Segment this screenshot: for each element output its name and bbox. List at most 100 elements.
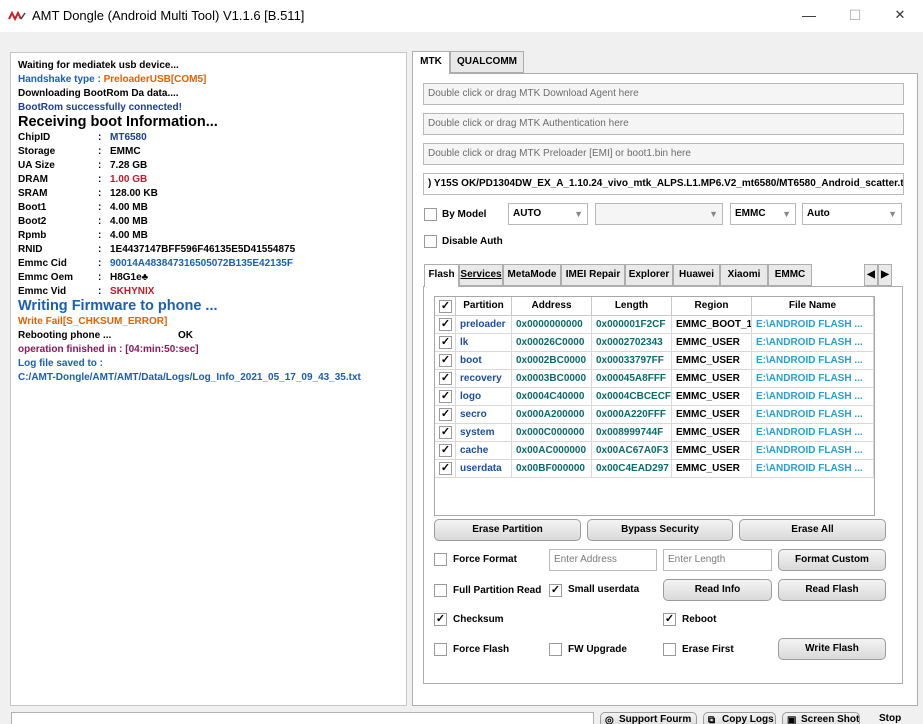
address-cell: 0x0003BC0000 bbox=[512, 370, 592, 388]
table-row[interactable]: ✓ boot 0x0002BC0000 0x00033797FF EMMC_USER E:… bbox=[435, 352, 874, 370]
col-region[interactable]: Region bbox=[672, 297, 752, 316]
reboot-checkbox[interactable]: ✓ bbox=[663, 613, 676, 626]
select-all-checkbox[interactable]: ✓ bbox=[439, 300, 452, 313]
tab-imei-repair[interactable]: IMEI Repair bbox=[561, 264, 625, 286]
length-cell: 0x0004CBCECF bbox=[592, 388, 672, 406]
minimize-button[interactable]: — bbox=[786, 0, 832, 32]
download-agent-field[interactable]: Double click or drag MTK Download Agent … bbox=[423, 83, 904, 105]
partition-cell: lk bbox=[456, 334, 512, 352]
preloader-field[interactable]: Double click or drag MTK Preloader [EMI]… bbox=[423, 143, 904, 165]
table-row[interactable]: ✓ recovery 0x0003BC0000 0x00045A8FFF EMMC_US… bbox=[435, 370, 874, 388]
col-address[interactable]: Address bbox=[512, 297, 592, 316]
storage-select[interactable]: EMMC ▼ bbox=[730, 203, 796, 225]
support-forum-button[interactable]: ◎ Support Fourm bbox=[600, 712, 697, 724]
full-partition-read-checkbox[interactable] bbox=[434, 584, 447, 597]
row-checkbox[interactable]: ✓ bbox=[439, 426, 452, 439]
tab-xiaomi[interactable]: Xiaomi bbox=[720, 264, 768, 286]
length-input[interactable]: Enter Length bbox=[663, 549, 772, 571]
write-flash-button[interactable]: Write Flash bbox=[778, 638, 886, 660]
force-format-label: Force Format bbox=[453, 554, 517, 565]
read-info-button[interactable]: Read Info bbox=[663, 579, 772, 601]
row-check-cell[interactable]: ✓ bbox=[435, 406, 456, 424]
partition-table[interactable]: ✓ Partition Address Length Region File N… bbox=[434, 296, 875, 516]
table-row[interactable]: ✓ logo 0x0004C40000 0x0004CBCECF EMMC_USER E:… bbox=[435, 388, 874, 406]
tab-scroll-left-icon[interactable]: ◀ bbox=[864, 264, 878, 286]
close-button[interactable]: ✕ bbox=[877, 0, 923, 32]
disable-auth-checkbox[interactable] bbox=[424, 235, 437, 248]
screenshot-button[interactable]: ▣ Screen Shot bbox=[782, 712, 860, 724]
table-row[interactable]: ✓ cache 0x00AC000000 0x00AC67A0F3 EMMC_USER E… bbox=[435, 442, 874, 460]
length-cell: 0x0002702343 bbox=[592, 334, 672, 352]
row-check-cell[interactable]: ✓ bbox=[435, 460, 456, 478]
tab-huawei[interactable]: Huawei bbox=[673, 264, 720, 286]
mode-select[interactable]: Auto ▼ bbox=[802, 203, 902, 225]
table-row[interactable]: ✓ userdata 0x00BF000000 0x00C4EAD297 EMMC_US… bbox=[435, 460, 874, 478]
select-all-header[interactable]: ✓ bbox=[435, 297, 456, 316]
erase-partition-button[interactable]: Erase Partition bbox=[434, 519, 581, 541]
fw-upgrade-checkbox[interactable] bbox=[549, 643, 562, 656]
row-check-cell[interactable]: ✓ bbox=[435, 352, 456, 370]
model-select[interactable]: AUTO ▼ bbox=[508, 203, 588, 225]
region-cell: EMMC_USER bbox=[672, 334, 752, 352]
row-checkbox[interactable]: ✓ bbox=[439, 390, 452, 403]
row-check-cell[interactable]: ✓ bbox=[435, 334, 456, 352]
maximize-button[interactable]: ☐ bbox=[832, 0, 878, 32]
device-select[interactable]: ▼ bbox=[595, 203, 723, 225]
progress-bar bbox=[11, 712, 594, 724]
tab-emmc[interactable]: EMMC bbox=[768, 264, 812, 286]
small-userdata-checkbox[interactable]: ✓ bbox=[549, 584, 562, 597]
address-cell: 0x00AC000000 bbox=[512, 442, 592, 460]
log-panel[interactable]: Waiting for mediatek usb device... Hands… bbox=[10, 52, 407, 706]
row-check-cell[interactable]: ✓ bbox=[435, 424, 456, 442]
col-partition[interactable]: Partition bbox=[456, 297, 512, 316]
info-value: 1.00 GB bbox=[110, 174, 148, 185]
auth-field[interactable]: Double click or drag MTK Authentication … bbox=[423, 113, 904, 135]
tab-qualcomm[interactable]: QUALCOMM bbox=[450, 51, 524, 73]
by-model-checkbox[interactable] bbox=[424, 208, 437, 221]
row-checkbox[interactable]: ✓ bbox=[439, 462, 452, 475]
col-length[interactable]: Length bbox=[592, 297, 672, 316]
tab-metamode[interactable]: MetaMode bbox=[503, 264, 561, 286]
col-file-name[interactable]: File Name bbox=[752, 297, 874, 316]
row-checkbox[interactable]: ✓ bbox=[439, 336, 452, 349]
table-row[interactable]: ✓ secro 0x000A200000 0x000A220FFF EMMC_USER E… bbox=[435, 406, 874, 424]
copy-logs-label: Copy Logs bbox=[722, 714, 774, 724]
row-checkbox[interactable]: ✓ bbox=[439, 372, 452, 385]
row-check-cell[interactable]: ✓ bbox=[435, 316, 456, 334]
small-userdata-label: Small userdata bbox=[568, 584, 640, 595]
force-flash-checkbox[interactable] bbox=[434, 643, 447, 656]
tab-explorer[interactable]: Explorer bbox=[625, 264, 673, 286]
row-checkbox[interactable]: ✓ bbox=[439, 354, 452, 367]
checksum-checkbox[interactable]: ✓ bbox=[434, 613, 447, 626]
tab-services[interactable]: Services bbox=[459, 264, 503, 286]
table-row[interactable]: ✓ preloader 0x0000000000 0x000001F2CF EMMC_B… bbox=[435, 316, 874, 334]
chevron-down-icon: ▼ bbox=[782, 209, 791, 219]
table-row[interactable]: ✓ system 0x000C000000 0x008999744F EMMC_USER… bbox=[435, 424, 874, 442]
force-format-checkbox[interactable] bbox=[434, 553, 447, 566]
info-value: 4.00 MB bbox=[110, 216, 148, 227]
read-flash-button[interactable]: Read Flash bbox=[778, 579, 886, 601]
address-input[interactable]: Enter Address bbox=[549, 549, 657, 571]
info-colon: : bbox=[98, 258, 102, 269]
partition-cell: logo bbox=[456, 388, 512, 406]
erase-first-checkbox[interactable] bbox=[663, 643, 676, 656]
tab-flash[interactable]: Flash bbox=[424, 264, 459, 287]
format-custom-button[interactable]: Format Custom bbox=[778, 549, 886, 571]
row-checkbox[interactable]: ✓ bbox=[439, 444, 452, 457]
info-key: Storage bbox=[18, 146, 56, 157]
row-check-cell[interactable]: ✓ bbox=[435, 388, 456, 406]
erase-first-label: Erase First bbox=[682, 644, 734, 655]
erase-all-button[interactable]: Erase All bbox=[739, 519, 886, 541]
tab-scroll-right-icon[interactable]: ▶ bbox=[878, 264, 892, 286]
row-checkbox[interactable]: ✓ bbox=[439, 318, 452, 331]
copy-logs-button[interactable]: ⧉ Copy Logs bbox=[703, 712, 776, 724]
stop-button[interactable]: Stop bbox=[866, 712, 918, 724]
row-checkbox[interactable]: ✓ bbox=[439, 408, 452, 421]
tab-mtk[interactable]: MTK bbox=[412, 51, 450, 74]
bypass-security-button[interactable]: Bypass Security bbox=[587, 519, 733, 541]
table-row[interactable]: ✓ lk 0x00026C0000 0x0002702343 EMMC_USER E:\A… bbox=[435, 334, 874, 352]
info-value: MT6580 bbox=[110, 132, 147, 143]
row-check-cell[interactable]: ✓ bbox=[435, 370, 456, 388]
scatter-field[interactable]: ) Y15S OK/PD1304DW_EX_A_1.10.24_vivo_mtk… bbox=[423, 173, 904, 195]
row-check-cell[interactable]: ✓ bbox=[435, 442, 456, 460]
